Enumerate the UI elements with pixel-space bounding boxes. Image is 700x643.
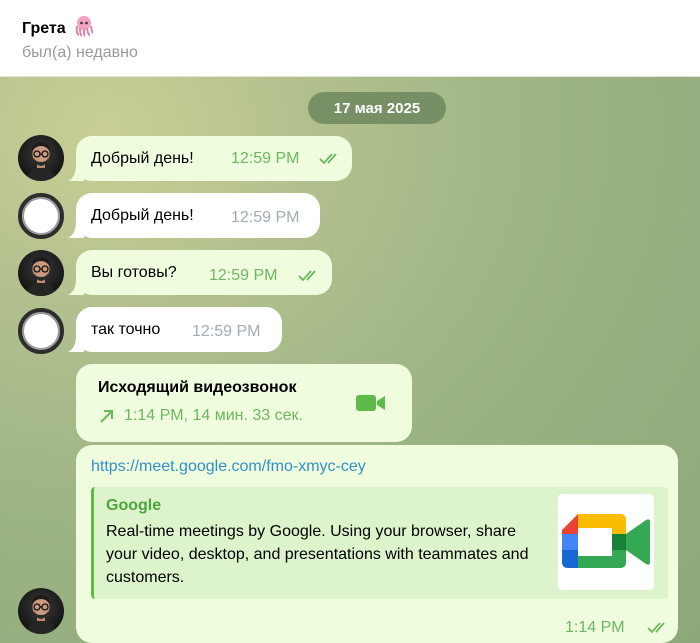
message-time: 1:14 PM: [565, 619, 625, 636]
message-text: Добрый день!: [91, 150, 194, 167]
chat-area[interactable]: 17 мая 2025 Добрый день! 12:59 PM Добрый…: [0, 77, 700, 643]
avatar[interactable]: [18, 588, 64, 634]
message-text: Вы готовы?: [91, 264, 177, 281]
read-checkmarks-icon: [298, 270, 316, 282]
meeting-link[interactable]: https://meet.google.com/fmo-xmyc-cey: [91, 458, 366, 476]
preview-description: Real-time meetings by Google. Using your…: [106, 523, 529, 586]
call-details: 1:14 PM, 14 мин. 33 сек.: [124, 407, 303, 424]
chat-header: Грета был(а) недавно: [0, 0, 700, 77]
message-bubble[interactable]: Добрый день! 12:59 PM: [68, 193, 320, 238]
contact-name-row[interactable]: Грета: [22, 14, 96, 43]
bubble-tail: [68, 279, 84, 295]
link-message-bubble[interactable]: https://meet.google.com/fmo-xmyc-cey Goo…: [76, 445, 678, 643]
link-preview[interactable]: Google Real-time meetings by Google. Usi…: [91, 487, 668, 599]
google-meet-logo-icon: [558, 494, 654, 590]
outgoing-arrow-icon: [100, 410, 113, 423]
read-checkmarks-icon: [647, 622, 665, 634]
contact-name[interactable]: Грета: [22, 20, 66, 38]
bubble-tail: [68, 165, 84, 181]
avatar[interactable]: [18, 250, 64, 296]
message-bubble[interactable]: Вы готовы? 12:59 PM: [68, 250, 332, 295]
video-camera-icon[interactable]: [354, 392, 388, 414]
avatar[interactable]: [18, 308, 64, 354]
preview-site-name: Google: [106, 497, 162, 514]
read-checkmarks-icon: [319, 153, 337, 165]
bubble-tail: [68, 222, 84, 238]
call-details-row: 1:14 PM, 14 мин. 33 сек.: [98, 407, 303, 425]
message-time: 12:59 PM: [192, 323, 261, 340]
call-title: Исходящий видеозвонок: [98, 379, 297, 396]
call-message-bubble[interactable]: Исходящий видеозвонок 1:14 PM, 14 мин. 3…: [76, 364, 412, 442]
octopus-emoji-icon: [72, 14, 96, 43]
bubble-tail: [68, 336, 84, 352]
message-text: так точно: [91, 321, 161, 338]
message-time: 12:59 PM: [231, 209, 300, 226]
message-time: 12:59 PM: [231, 150, 300, 167]
message-bubble[interactable]: Добрый день! 12:59 PM: [68, 136, 352, 181]
message-text: Добрый день!: [91, 207, 194, 224]
contact-status: был(а) недавно: [22, 44, 138, 61]
avatar[interactable]: [18, 135, 64, 181]
date-separator: 17 мая 2025: [308, 92, 446, 124]
message-time: 12:59 PM: [209, 267, 278, 284]
message-bubble[interactable]: так точно 12:59 PM: [68, 307, 282, 352]
avatar[interactable]: [18, 193, 64, 239]
